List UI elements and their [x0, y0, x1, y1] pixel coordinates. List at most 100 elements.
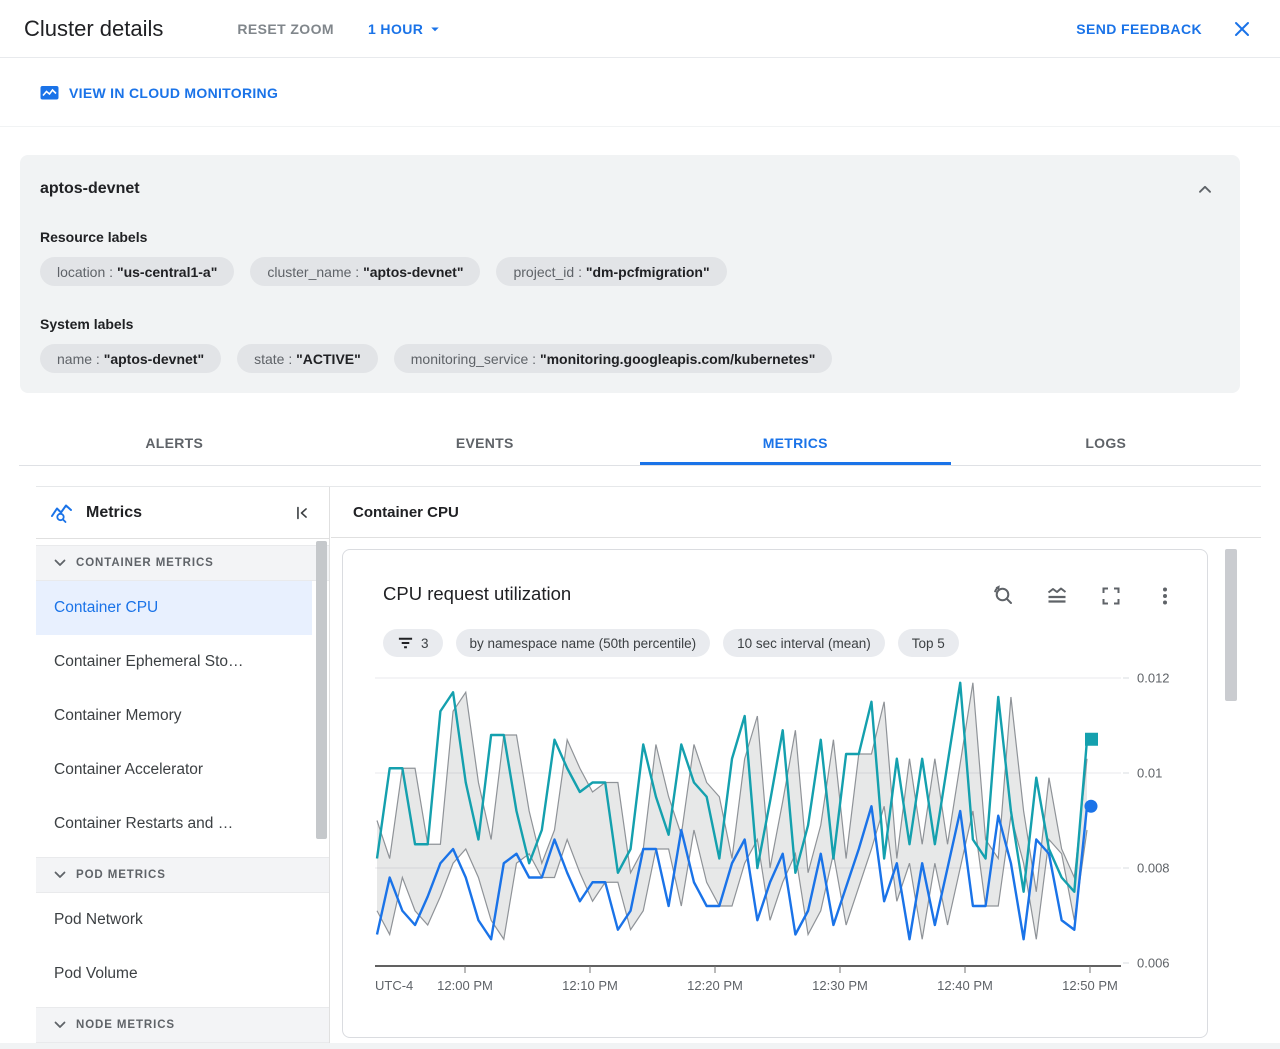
- x-tick-label: 12:50 PM: [1062, 978, 1118, 993]
- sidebar-item-label: Container Restarts and …: [54, 815, 234, 832]
- chart-title: CPU request utilization: [383, 583, 572, 604]
- time-range-label: 1 HOUR: [367, 20, 424, 37]
- tab-alerts[interactable]: ALERTS: [19, 420, 330, 465]
- page-title: Cluster details: [24, 15, 164, 41]
- metrics-sidebar: Metrics CONTAINER METRICS Container CPU C…: [36, 487, 330, 1043]
- sidebar-section: POD METRICS Pod Network Pod Volume: [36, 857, 329, 1001]
- area-chart-icon: [40, 85, 59, 101]
- chart-filter-chip-4[interactable]: Top 5: [897, 629, 959, 657]
- tab-label: ALERTS: [145, 434, 204, 451]
- chip-label: 10 sec interval (mean): [737, 635, 871, 651]
- chart-filter-chip-2[interactable]: by namespace name (50th percentile): [455, 629, 711, 657]
- utc-label: UTC-4: [375, 978, 413, 993]
- sidebar-section-node-metrics[interactable]: NODE METRICS: [36, 1007, 329, 1043]
- line-chart-magnifier-icon: [50, 502, 74, 524]
- monitoring-row: VIEW IN CLOUD MONITORING: [0, 59, 1280, 127]
- y-tick-label: 0.006: [1137, 956, 1170, 971]
- collapse-left-icon: [293, 504, 311, 522]
- chart-filter-chip-1[interactable]: 3: [383, 629, 443, 657]
- sidebar-item-container-ephemeral-sto[interactable]: Container Ephemeral Sto…: [36, 635, 312, 689]
- area-chart-mode-button[interactable]: [1045, 584, 1069, 608]
- chip-label: 3: [421, 635, 429, 651]
- view-in-cloud-monitoring-link[interactable]: VIEW IN CLOUD MONITORING: [40, 85, 278, 101]
- collapse-card-button[interactable]: [1192, 177, 1218, 203]
- x-tick-label: 12:30 PM: [812, 978, 868, 993]
- sidebar-item-container-memory[interactable]: Container Memory: [36, 689, 312, 743]
- y-tick-label: 0.008: [1137, 861, 1170, 876]
- section-header-label: CONTAINER METRICS: [76, 557, 214, 569]
- x-tick-label: 12:00 PM: [437, 978, 493, 993]
- bottom-strip: [0, 1043, 1280, 1049]
- label-chip-location: location : "us-central1-a": [40, 257, 235, 286]
- label-chip-cluster_name: cluster_name : "aptos-devnet": [250, 257, 481, 286]
- chart-toolbar: [991, 584, 1177, 608]
- collapse-sidebar-button[interactable]: [289, 500, 315, 526]
- zoom-reset-icon: [991, 584, 1015, 608]
- fullscreen-button[interactable]: [1099, 584, 1123, 608]
- sidebar-scrollbar-thumb[interactable]: [316, 541, 327, 839]
- chart-card: CPU request utilization 3 by namespace n…: [342, 549, 1208, 1038]
- tab-bar: ALERTS EVENTS METRICS LOGS: [19, 420, 1261, 466]
- chart-filter-chip-3[interactable]: 10 sec interval (mean): [723, 629, 885, 657]
- tab-label: EVENTS: [455, 434, 514, 451]
- monitoring-link-label: VIEW IN CLOUD MONITORING: [69, 84, 279, 101]
- label-chip-project_id: project_id : "dm-pcfmigration": [496, 257, 727, 286]
- label-chip-state: state : "ACTIVE": [237, 344, 378, 373]
- close-icon: [1230, 17, 1254, 41]
- section-items: Container CPU Container Ephemeral Sto… Con…: [36, 581, 329, 851]
- more-vert-icon: [1153, 584, 1177, 608]
- y-tick-label: 0.012: [1137, 671, 1170, 686]
- chart-filter-chips: 3 by namespace name (50th percentile) 10…: [383, 629, 959, 657]
- sidebar-section: CONTAINER METRICS Container CPU Container…: [36, 545, 329, 851]
- system-labels-title: System labels: [40, 316, 134, 332]
- time-range-dropdown[interactable]: 1 HOUR: [368, 20, 444, 38]
- sidebar-item-container-restarts-and[interactable]: Container Restarts and …: [36, 797, 312, 851]
- sidebar-item-container-accelerator[interactable]: Container Accelerator: [36, 743, 312, 797]
- sidebar-title: Metrics: [86, 503, 143, 521]
- chevron-up-icon: [1194, 179, 1216, 201]
- sidebar-item-label: Container Memory: [54, 707, 182, 724]
- sidebar-item-pod-network[interactable]: Pod Network: [36, 893, 312, 947]
- close-button[interactable]: [1228, 15, 1256, 43]
- filter-list-icon: [397, 636, 414, 650]
- chart-panel-title: Container CPU: [353, 503, 459, 521]
- reset-zoom-button[interactable]: RESET ZOOM: [237, 21, 334, 37]
- tab-logs[interactable]: LOGS: [951, 420, 1262, 465]
- tab-label: METRICS: [762, 434, 828, 451]
- sidebar-sections: CONTAINER METRICS Container CPU Container…: [36, 545, 329, 1043]
- sidebar-item-label: Container Accelerator: [54, 761, 204, 778]
- chevron-down-icon: [52, 1017, 68, 1033]
- cluster-name: aptos-devnet: [40, 180, 140, 197]
- sidebar-item-container-cpu[interactable]: Container CPU: [36, 581, 312, 635]
- metrics-sidebar-header: Metrics: [36, 487, 329, 539]
- resource-labels-row: location : "us-central1-a" cluster_name :…: [40, 257, 1220, 286]
- fullscreen-icon: [1099, 584, 1123, 608]
- cpu-chart-svg[interactable]: 0.012 0.01 0.008 0.006 12:00 PM 12:10 PM 12:20…: [361, 656, 1171, 1001]
- send-feedback-button[interactable]: SEND FEEDBACK: [1076, 21, 1202, 37]
- chevron-down-icon: [52, 555, 68, 571]
- x-tick-label: 12:40 PM: [937, 978, 993, 993]
- header-bar: Cluster details RESET ZOOM 1 HOUR SEND F…: [0, 0, 1280, 58]
- system-labels-row: name : "aptos-devnet" state : "ACTIVE" mon…: [40, 344, 1220, 373]
- chevron-down-icon: [52, 867, 68, 883]
- resource-labels-title: Resource labels: [40, 229, 148, 245]
- caret-down-icon: [426, 20, 444, 38]
- cluster-summary-card: aptos-devnet Resource labels location : …: [20, 155, 1240, 393]
- chart-panel-header: Container CPU: [331, 487, 1261, 538]
- chip-label: Top 5: [911, 635, 945, 651]
- section-header-label: POD METRICS: [76, 869, 166, 881]
- tab-events[interactable]: EVENTS: [330, 420, 641, 465]
- tab-metrics[interactable]: METRICS: [640, 420, 951, 465]
- x-tick-label: 12:10 PM: [562, 978, 618, 993]
- zoom-reset-button[interactable]: [991, 584, 1015, 608]
- sidebar-item-label: Container Ephemeral Sto…: [54, 653, 244, 670]
- sidebar-section-pod-metrics[interactable]: POD METRICS: [36, 857, 329, 893]
- chart-panel-scrollbar-thumb[interactable]: [1225, 549, 1237, 701]
- series-endpoint-circle: [1084, 799, 1098, 813]
- sidebar-section-container-metrics[interactable]: CONTAINER METRICS: [36, 545, 329, 581]
- sidebar-item-label: Pod Volume: [54, 965, 138, 982]
- more-options-button[interactable]: [1153, 584, 1177, 608]
- label-chip-name: name : "aptos-devnet": [40, 344, 222, 373]
- sidebar-item-pod-volume[interactable]: Pod Volume: [36, 947, 312, 1001]
- label-chip-monitoring_service: monitoring_service : "monitoring.googlea…: [393, 344, 833, 373]
